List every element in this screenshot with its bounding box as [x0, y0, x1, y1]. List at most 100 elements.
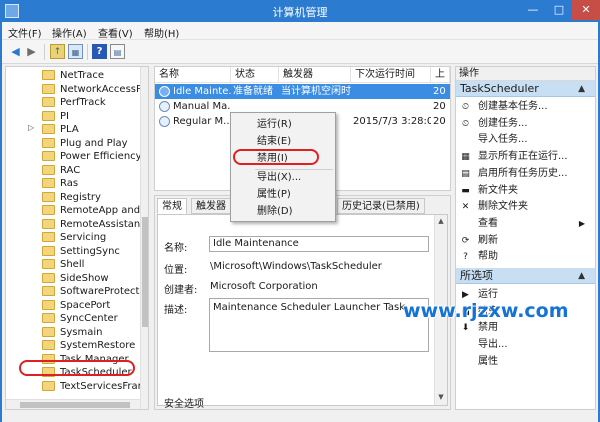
expand-arrow-icon[interactable]: ▷ — [28, 123, 34, 132]
tree-item[interactable]: RAC — [6, 164, 140, 177]
tree-item[interactable]: SoftwareProtection — [6, 285, 140, 298]
column-last-run[interactable]: 上 — [431, 67, 450, 83]
tree-item[interactable]: RemoteAssistance — [6, 218, 140, 231]
task-next-cell — [353, 99, 431, 114]
scroll-down-icon[interactable]: ▼ — [435, 393, 447, 401]
tree-item-label: Plug and Play — [60, 137, 128, 149]
tab-history[interactable]: 历史记录(已禁用) — [337, 198, 425, 214]
description-label: 描述: — [164, 305, 188, 316]
tree-item[interactable]: ▷ PLA — [6, 123, 140, 136]
menu-export[interactable]: 导出(X)... — [231, 170, 335, 186]
up-folder-icon[interactable]: ↑ — [50, 44, 65, 59]
tree-item[interactable]: Power Efficiency D — [6, 150, 140, 163]
tab-triggers[interactable]: 触发器 — [191, 198, 231, 214]
forward-arrow-icon[interactable]: ▶ — [24, 44, 39, 59]
task-name-cell: Regular M... — [173, 116, 231, 127]
menu-file[interactable]: 文件(F) — [8, 25, 42, 40]
menu-help[interactable]: 帮助(H) — [144, 25, 179, 40]
tree-item-label: PLA — [60, 124, 79, 135]
task-name-cell: Manual Ma... — [173, 101, 231, 112]
tree-hscroll-thumb[interactable] — [20, 402, 130, 408]
tree-item[interactable]: SideShow — [6, 272, 140, 285]
tree-item[interactable]: Shell — [6, 258, 140, 271]
folder-icon — [42, 151, 55, 161]
action-item[interactable]: ⟳ 刷新 — [456, 233, 595, 249]
tree-item[interactable]: SyncCenter — [6, 312, 140, 325]
action-item[interactable]: 查看 ▶ — [456, 216, 595, 232]
folder-icon — [42, 83, 55, 94]
action-item[interactable]: ⏲ 创建任务... — [456, 116, 595, 132]
action-item[interactable]: 属性 — [456, 354, 595, 370]
tree-item[interactable]: Plug and Play — [6, 137, 140, 150]
minimize-button[interactable]: — — [520, 0, 546, 20]
action-item[interactable]: ▦ 显示所有正在运行... — [456, 149, 595, 165]
tree-item[interactable]: Ras — [6, 177, 140, 190]
action-icon: ⏲ — [461, 102, 470, 112]
action-item[interactable]: ⏲ 创建基本任务... — [456, 99, 595, 115]
column-trigger[interactable]: 触发器 — [279, 67, 351, 83]
tree-item[interactable]: PerfTrack — [6, 96, 140, 109]
actions-header: 操作 — [456, 67, 595, 81]
action-item[interactable]: ▤ 启用所有任务历史... — [456, 166, 595, 182]
help-icon[interactable]: ? — [92, 44, 107, 59]
action-item[interactable]: ✕ 删除文件夹 — [456, 199, 595, 215]
collapse-icon[interactable]: ▲ — [578, 268, 585, 284]
action-icon: ⬇ — [461, 323, 470, 334]
tree-item[interactable]: NetTrace — [6, 69, 140, 82]
maximize-button[interactable]: □ — [546, 0, 572, 20]
collapse-icon[interactable]: ▲ — [578, 81, 585, 97]
tree-item[interactable]: Servicing — [6, 231, 140, 244]
tree-scrollbar-thumb[interactable] — [142, 217, 148, 327]
action-label: 显示所有正在运行... — [478, 151, 568, 163]
action-item[interactable]: 导入任务... — [456, 132, 595, 148]
action-icon — [460, 219, 471, 230]
menu-view[interactable]: 查看(V) — [98, 25, 133, 40]
action-item[interactable]: 导出... — [456, 337, 595, 353]
menu-delete[interactable]: 删除(D) — [231, 204, 335, 220]
tree-item[interactable]: NetworkAccessPro — [6, 83, 140, 96]
actions-section-selected[interactable]: 所选项 ▲ — [456, 268, 595, 284]
tree-item-label: PerfTrack — [60, 97, 106, 108]
tab-general[interactable]: 常规 — [157, 198, 187, 214]
tree-horizontal-scrollbar[interactable] — [6, 399, 140, 409]
tree-scrollbar[interactable] — [140, 67, 148, 409]
properties-icon[interactable]: ▤ — [110, 44, 125, 59]
column-status[interactable]: 状态 — [231, 67, 279, 83]
task-description-field[interactable]: Maintenance Scheduler Launcher Task — [209, 298, 429, 352]
tree-item[interactable]: PI — [6, 110, 140, 123]
action-label: 帮助 — [478, 251, 498, 263]
tree-item[interactable]: Sysmain — [6, 326, 140, 339]
task-row[interactable]: Idle Mainte...准备就绪当计算机空闲时 20 — [155, 84, 450, 99]
task-trigger-cell: 当计算机空闲时 — [281, 86, 351, 97]
scroll-up-icon[interactable]: ▲ — [435, 217, 447, 225]
tree-item-label: SoftwareProtection — [60, 286, 140, 297]
menu-end[interactable]: 结束(E) — [231, 134, 335, 150]
tree-item[interactable]: SettingSync — [6, 245, 140, 258]
tree-item[interactable]: SystemRestore — [6, 339, 140, 352]
action-item[interactable]: ▬ 新文件夹 — [456, 183, 595, 199]
menu-action[interactable]: 操作(A) — [52, 25, 87, 40]
column-name[interactable]: 名称 — [155, 67, 231, 83]
tree-item[interactable]: Registry — [6, 191, 140, 204]
column-next-run[interactable]: 下次运行时间 — [351, 67, 431, 83]
action-item[interactable]: ? 帮助 — [456, 249, 595, 265]
tree-item[interactable]: SpacePort — [6, 299, 140, 312]
menu-run[interactable]: 运行(R) — [231, 117, 335, 133]
tree-item[interactable]: RemoteApp and D — [6, 204, 140, 217]
back-arrow-icon[interactable]: ◀ — [8, 44, 23, 59]
tree-item-label: TextServicesFrame — [60, 380, 140, 392]
tree-item[interactable]: TextServicesFrame — [6, 380, 140, 393]
window-title: 计算机管理 — [272, 6, 328, 19]
show-hide-tree-icon[interactable]: ▦ — [68, 44, 83, 59]
close-button[interactable]: ✕ — [572, 0, 600, 20]
tree-item-label: SideShow — [60, 272, 109, 284]
menu-properties[interactable]: 属性(P) — [231, 187, 335, 203]
menu-bar: 文件(F) 操作(A) 查看(V) 帮助(H) — [2, 22, 598, 40]
task-status-cell: 准备就绪 — [233, 86, 273, 97]
tree-item-label: Servicing — [60, 232, 107, 243]
actions-section-taskscheduler[interactable]: TaskScheduler ▲ — [456, 81, 595, 97]
folder-icon — [42, 191, 55, 202]
folder-icon — [42, 299, 55, 310]
task-name-field[interactable]: Idle Maintenance — [209, 236, 429, 252]
action-item[interactable]: ⬇ 禁用 — [456, 320, 595, 336]
